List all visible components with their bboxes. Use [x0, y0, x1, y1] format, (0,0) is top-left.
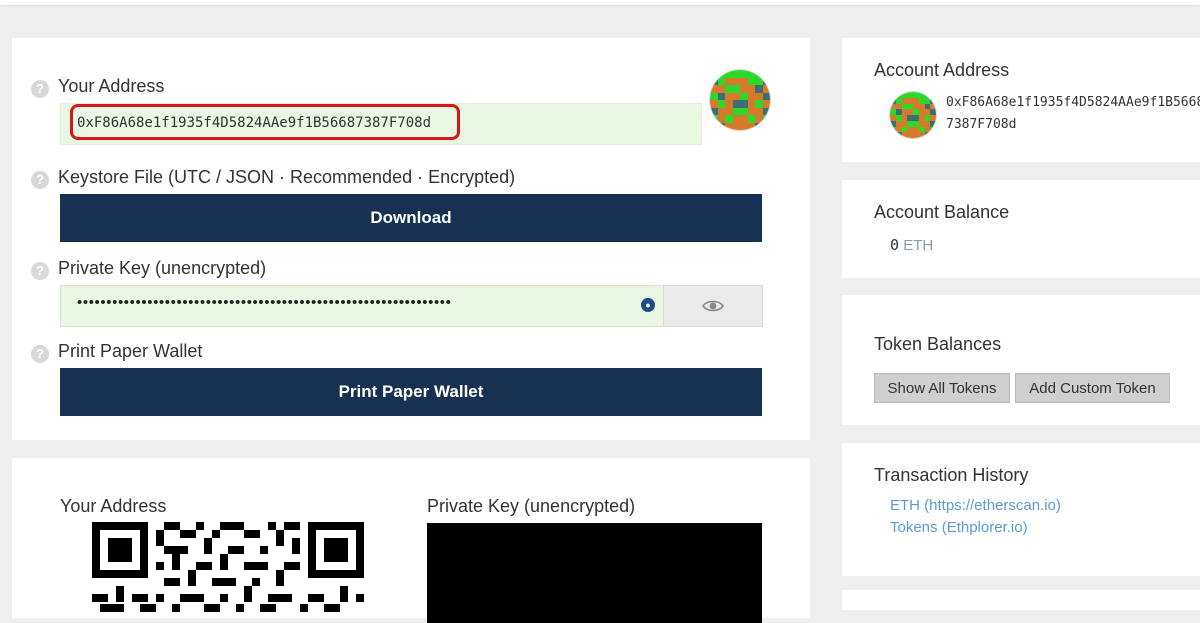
address-highlight-box — [70, 104, 460, 140]
account-balance-value: 0 ETH — [890, 236, 933, 254]
transaction-history-card: Transaction History ETH (https://ethersc… — [842, 443, 1200, 576]
next-sidebar-card — [842, 590, 1200, 610]
ethplorer-link[interactable]: Tokens (Ethplorer.io) — [890, 519, 1028, 536]
address-identicon — [710, 70, 770, 130]
account-balance-card: Account Balance 0 ETH — [842, 180, 1200, 278]
wallet-details-panel: ? Your Address 0xF86A68e1f1935f4D5824AAe… — [12, 38, 810, 440]
add-custom-token-button[interactable]: Add Custom Token — [1015, 373, 1170, 403]
account-address-value: 0xF86A68e1f1935f4D5824AAe9f1B56687387F70… — [946, 95, 1200, 132]
account-identicon — [890, 92, 936, 138]
account-address-card: Account Address 0xF86A68e1f1935f4D5824AA… — [842, 38, 1200, 162]
download-button[interactable]: Download — [60, 194, 762, 242]
qr-private-key-label: Private Key (unencrypted) — [427, 496, 636, 516]
help-icon[interactable]: ? — [31, 171, 49, 189]
token-balances-title: Token Balances — [874, 334, 1002, 354]
balance-amount: 0 — [890, 236, 900, 254]
account-balance-title: Account Balance — [874, 202, 1010, 222]
address-qr-code — [92, 522, 364, 612]
toggle-visibility-button[interactable] — [663, 285, 763, 327]
account-address-title: Account Address — [874, 60, 1010, 80]
private-key-label: Private Key (unencrypted) — [58, 258, 267, 278]
paper-wallet-label: Print Paper Wallet — [58, 341, 203, 361]
transaction-history-title: Transaction History — [874, 465, 1029, 485]
private-key-masked: ••••••••••••••••••••••••••••••••••••••••… — [77, 294, 452, 311]
qr-address-label: Your Address — [60, 496, 167, 516]
private-key-field[interactable]: ••••••••••••••••••••••••••••••••••••••••… — [60, 285, 666, 327]
help-icon[interactable]: ? — [31, 80, 49, 98]
balance-unit: ETH — [903, 237, 934, 254]
print-paper-wallet-button[interactable]: Print Paper Wallet — [60, 368, 762, 416]
etherscan-link[interactable]: ETH (https://etherscan.io) — [890, 497, 1061, 514]
help-icon[interactable]: ? — [31, 345, 49, 363]
help-icon[interactable]: ? — [31, 262, 49, 280]
keystore-label: Keystore File (UTC / JSON · Recommended … — [58, 167, 516, 187]
show-all-tokens-button[interactable]: Show All Tokens — [874, 373, 1010, 403]
token-balances-card: Token Balances Show All Tokens Add Custo… — [842, 295, 1200, 425]
your-address-label: Your Address — [58, 76, 165, 96]
lock-icon[interactable]: ● — [641, 298, 655, 312]
eye-icon — [702, 300, 724, 312]
top-header-strip — [0, 0, 1200, 5]
private-key-qr-redacted — [427, 523, 762, 623]
paper-wallet-preview-panel: Your Address Private Key (unencrypted) — [12, 458, 810, 623]
